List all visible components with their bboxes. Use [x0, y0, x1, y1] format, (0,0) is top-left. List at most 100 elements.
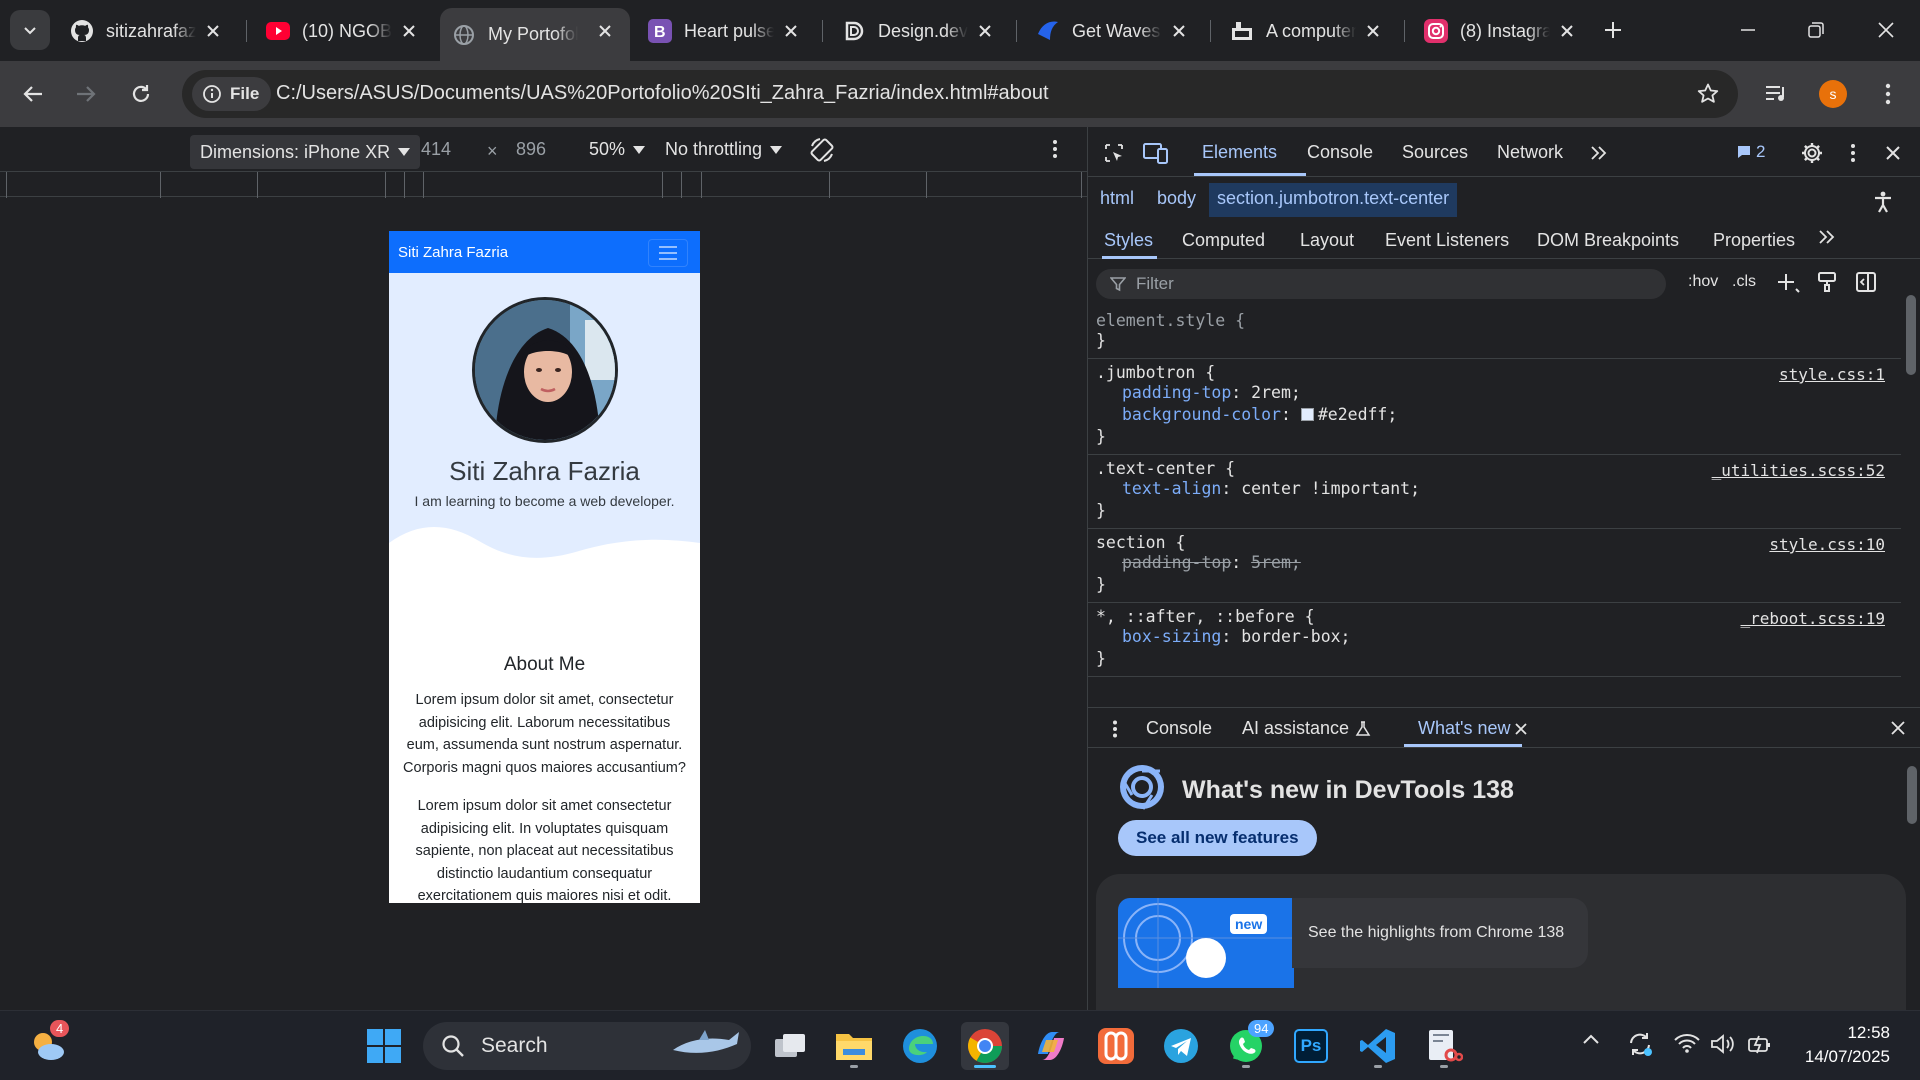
zoom-select[interactable]: 50% [589, 139, 646, 160]
style-rule[interactable]: .jumbotron { style.css:1 padding-top: 2r… [1088, 359, 1901, 455]
see-all-features-button[interactable]: See all new features [1118, 820, 1317, 856]
accessibility-icon[interactable] [1873, 191, 1893, 213]
tab-elements[interactable]: Elements [1202, 142, 1277, 163]
back-button[interactable] [15, 76, 51, 112]
vscode-app[interactable] [1354, 1022, 1402, 1070]
forward-button[interactable] [68, 76, 104, 112]
class-toggle[interactable]: .cls [1732, 273, 1756, 291]
css-property[interactable]: text-align: center !important; [1096, 478, 1893, 500]
device-height-input[interactable]: 896 [516, 139, 546, 160]
telegram-app[interactable] [1157, 1022, 1205, 1070]
tab-sources[interactable]: Sources [1402, 142, 1468, 163]
creative-app[interactable] [1092, 1022, 1140, 1070]
browser-menu-button[interactable] [1870, 76, 1906, 112]
media-query-ruler[interactable] [0, 171, 1087, 198]
device-more-options-button[interactable] [1052, 139, 1058, 159]
drawer-scrollbar[interactable] [1907, 766, 1917, 824]
issues-counter[interactable]: 2 [1736, 142, 1765, 162]
paint-brush-button[interactable] [1816, 271, 1838, 293]
device-dimensions-select[interactable]: Dimensions: iPhone XR [190, 135, 421, 169]
close-icon[interactable] [974, 20, 996, 42]
close-icon[interactable] [780, 20, 802, 42]
tab-get-waves[interactable]: Get Waves [1024, 8, 1204, 54]
media-control-button[interactable] [1758, 76, 1794, 112]
chrome-app[interactable] [961, 1022, 1009, 1070]
settings-button[interactable] [1798, 140, 1826, 166]
tab-design-dev[interactable]: Design.dev [830, 8, 1010, 54]
new-style-rule-button[interactable] [1776, 271, 1800, 295]
breadcrumb-section[interactable]: section.jumbotron.text-center [1209, 183, 1458, 217]
tab-instagram[interactable]: (8) Instagram [1412, 8, 1592, 54]
device-width-input[interactable]: 414 [421, 139, 451, 160]
navbar-toggler-button[interactable] [648, 239, 688, 267]
close-window-button[interactable] [1866, 12, 1906, 48]
drawer-tab-console[interactable]: Console [1146, 718, 1212, 739]
rule-source-link[interactable]: _utilities.scss:52 [1712, 461, 1885, 480]
snipping-tool-app[interactable] [1420, 1022, 1468, 1070]
subtab-dom-breakpoints[interactable]: DOM Breakpoints [1537, 230, 1679, 251]
wifi-tray-icon[interactable] [1674, 1033, 1700, 1053]
new-tab-button[interactable] [1597, 14, 1629, 46]
chrome-highlights-link[interactable]: See the highlights from Chrome 138 [1292, 898, 1588, 968]
rule-source-link[interactable]: style.css:10 [1769, 535, 1885, 554]
tab-my-portofolio[interactable]: My Portofolio [440, 8, 630, 61]
more-subtabs-button[interactable] [1818, 229, 1836, 245]
drawer-menu-button[interactable] [1112, 720, 1118, 738]
style-rule[interactable]: *, ::after, ::before { _reboot.scss:19 b… [1088, 603, 1901, 677]
close-icon[interactable] [1514, 722, 1528, 736]
close-icon[interactable] [398, 20, 420, 42]
inspect-element-button[interactable] [1100, 140, 1128, 166]
file-explorer-app[interactable] [830, 1022, 878, 1070]
close-icon[interactable] [1362, 20, 1384, 42]
breadcrumb-html[interactable]: html [1100, 188, 1134, 209]
taskbar-search[interactable]: Search [423, 1022, 751, 1070]
rule-source-link[interactable]: _reboot.scss:19 [1741, 609, 1886, 628]
system-clock[interactable]: 12:58 14/07/2025 [1805, 1021, 1890, 1069]
battery-tray-icon[interactable] [1747, 1033, 1773, 1055]
bookmark-star-icon[interactable] [1696, 82, 1720, 106]
site-info-chip[interactable]: File [192, 77, 272, 111]
close-devtools-button[interactable] [1879, 140, 1907, 166]
address-bar[interactable]: File C:/Users/ASUS/Documents/UAS%20Porto… [182, 70, 1738, 118]
close-icon[interactable] [1168, 20, 1190, 42]
tab-a-computer[interactable]: A computer [1218, 8, 1398, 54]
close-icon[interactable] [1556, 20, 1578, 42]
subtab-layout[interactable]: Layout [1300, 230, 1354, 251]
toggle-device-toolbar-button[interactable] [1142, 140, 1170, 166]
styles-filter-input[interactable]: Filter [1096, 269, 1666, 299]
start-button[interactable] [360, 1022, 408, 1070]
photoshop-app[interactable]: Ps [1287, 1022, 1335, 1070]
tab-search-button[interactable] [10, 10, 50, 50]
devtools-menu-button[interactable] [1839, 140, 1867, 166]
breadcrumb-body[interactable]: body [1157, 188, 1196, 209]
styles-scrollbar[interactable] [1906, 295, 1916, 375]
subtab-computed[interactable]: Computed [1182, 230, 1265, 251]
volume-tray-icon[interactable] [1710, 1033, 1736, 1055]
more-tabs-button[interactable] [1585, 140, 1613, 166]
subtab-properties[interactable]: Properties [1713, 230, 1795, 251]
profile-button[interactable]: s [1815, 76, 1851, 112]
emulated-device-viewport[interactable]: Siti Zahra Fazria Siti Zahra Fazria I am… [389, 231, 700, 903]
copilot-app[interactable] [1027, 1022, 1075, 1070]
weather-widget[interactable]: 4 [24, 1020, 72, 1070]
style-rule[interactable]: section { style.css:10 padding-top: 5rem… [1088, 529, 1901, 603]
subtab-event-listeners[interactable]: Event Listeners [1385, 230, 1509, 251]
tab-heart-pulse[interactable]: B Heart pulse [636, 8, 816, 54]
css-property-overridden[interactable]: padding-top: 5rem; [1096, 552, 1893, 574]
tab-network[interactable]: Network [1497, 142, 1563, 163]
close-icon[interactable] [202, 20, 224, 42]
sync-tray-icon[interactable] [1627, 1031, 1653, 1057]
video-thumbnail[interactable] [1118, 898, 1294, 988]
color-swatch[interactable] [1300, 408, 1314, 421]
style-rule[interactable]: element.style { } [1088, 307, 1901, 359]
close-icon[interactable] [594, 20, 616, 42]
whatsapp-app[interactable]: 94 [1222, 1020, 1275, 1070]
throttling-select[interactable]: No throttling [665, 139, 783, 160]
rule-source-link[interactable]: style.css:1 [1779, 365, 1885, 384]
reload-button[interactable] [123, 76, 159, 112]
subtab-styles[interactable]: Styles [1104, 230, 1153, 251]
css-property[interactable]: padding-top: 2rem; [1096, 382, 1893, 404]
drawer-tab-whats-new[interactable]: What's new [1418, 718, 1528, 739]
toggle-sidebar-button[interactable] [1855, 271, 1877, 293]
edge-app[interactable] [896, 1022, 944, 1070]
